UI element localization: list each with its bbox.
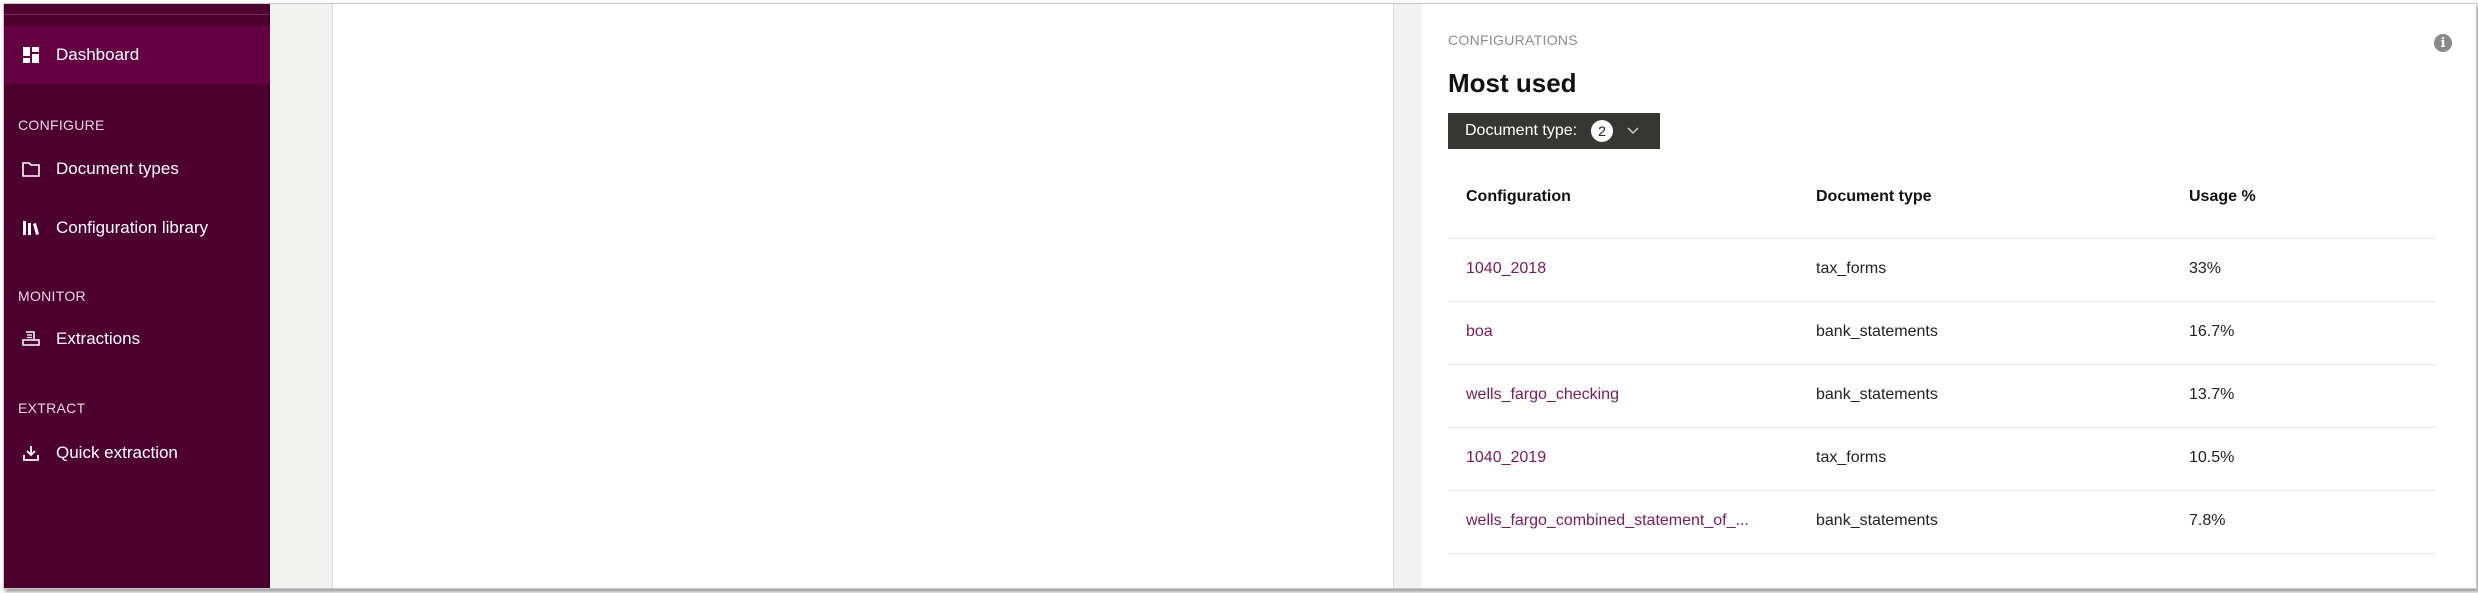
most-used-panel: CONFIGURATIONS i Most used Document type… bbox=[1422, 4, 2476, 588]
configuration-link[interactable]: 1040_2018 bbox=[1466, 260, 1546, 278]
document-type-cell: tax_forms bbox=[1816, 449, 1887, 466]
column-header-configuration[interactable]: Configuration bbox=[1466, 188, 1571, 206]
sidebar-item-label: Quick extraction bbox=[56, 443, 178, 462]
sidebar-item-label: Extractions bbox=[56, 329, 141, 348]
document-type-cell: bank_statements bbox=[1816, 323, 1938, 340]
sidebar-item-extractions[interactable]: Extractions bbox=[4, 310, 270, 368]
sidebar: Dashboard CONFIGURE Document types Confi… bbox=[4, 4, 270, 588]
table-row: 1040_2019 tax_forms 10.5% bbox=[1448, 428, 2436, 491]
filter-label: Document type: bbox=[1465, 122, 1578, 139]
info-icon[interactable]: i bbox=[2434, 34, 2452, 52]
folder-icon bbox=[22, 160, 40, 178]
sidebar-item-configuration-library[interactable]: Configuration library bbox=[4, 199, 270, 257]
usage-cell: 13.7% bbox=[2189, 386, 2235, 403]
main-content-pane bbox=[333, 4, 1393, 588]
filter-count-badge: 2 bbox=[1591, 120, 1614, 142]
section-label-extract: EXTRACT bbox=[18, 400, 86, 416]
section-label-configure: CONFIGURE bbox=[18, 117, 105, 133]
document-type-cell: bank_statements bbox=[1816, 386, 1938, 403]
document-type-cell: bank_statements bbox=[1816, 512, 1938, 529]
panel-title: Most used bbox=[1448, 68, 1577, 98]
middle-gutter bbox=[1393, 4, 1423, 588]
configuration-link[interactable]: wells_fargo_combined_statement_of_... bbox=[1466, 512, 1749, 530]
most-used-table: Configuration Document type Usage % 1040… bbox=[1448, 156, 2458, 556]
sidebar-item-label: Document types bbox=[56, 159, 179, 178]
configuration-link[interactable]: boa bbox=[1466, 323, 1493, 341]
table-row: wells_fargo_checking bank_statements 13.… bbox=[1448, 365, 2436, 428]
section-label-monitor: MONITOR bbox=[18, 288, 86, 304]
column-header-document-type[interactable]: Document type bbox=[1816, 188, 1932, 206]
usage-cell: 7.8% bbox=[2189, 512, 2226, 529]
sidebar-item-document-types[interactable]: Document types bbox=[4, 140, 270, 198]
column-header-usage[interactable]: Usage % bbox=[2189, 188, 2256, 206]
usage-cell: 16.7% bbox=[2189, 323, 2235, 340]
configuration-link[interactable]: wells_fargo_checking bbox=[1466, 386, 1619, 404]
scanner-icon bbox=[22, 330, 40, 348]
sidebar-item-dashboard[interactable]: Dashboard bbox=[4, 26, 270, 84]
dashboard-icon bbox=[22, 46, 40, 64]
sidebar-item-quick-extraction[interactable]: Quick extraction bbox=[4, 424, 270, 482]
library-icon bbox=[22, 219, 40, 237]
table-header: Configuration Document type Usage % bbox=[1448, 156, 2436, 239]
left-gutter bbox=[270, 4, 333, 588]
usage-cell: 33% bbox=[2189, 260, 2222, 277]
document-type-filter-button[interactable]: Document type: 2 bbox=[1448, 113, 1660, 149]
table-row: wells_fargo_combined_statement_of_... ba… bbox=[1448, 491, 2436, 554]
chevron-down-icon bbox=[1627, 127, 1639, 135]
panel-overline: CONFIGURATIONS bbox=[1448, 32, 1578, 48]
document-type-cell: tax_forms bbox=[1816, 260, 1887, 277]
table-row: 1040_2018 tax_forms 33% bbox=[1448, 239, 2436, 302]
configuration-link[interactable]: 1040_2019 bbox=[1466, 449, 1546, 467]
download-icon bbox=[22, 444, 40, 462]
table-row: boa bank_statements 16.7% bbox=[1448, 302, 2436, 365]
usage-cell: 10.5% bbox=[2189, 449, 2235, 466]
app-window: Dashboard CONFIGURE Document types Confi… bbox=[3, 3, 2477, 589]
sidebar-item-label: Configuration library bbox=[56, 218, 209, 237]
sidebar-divider bbox=[4, 14, 270, 15]
sidebar-item-label: Dashboard bbox=[56, 45, 140, 64]
